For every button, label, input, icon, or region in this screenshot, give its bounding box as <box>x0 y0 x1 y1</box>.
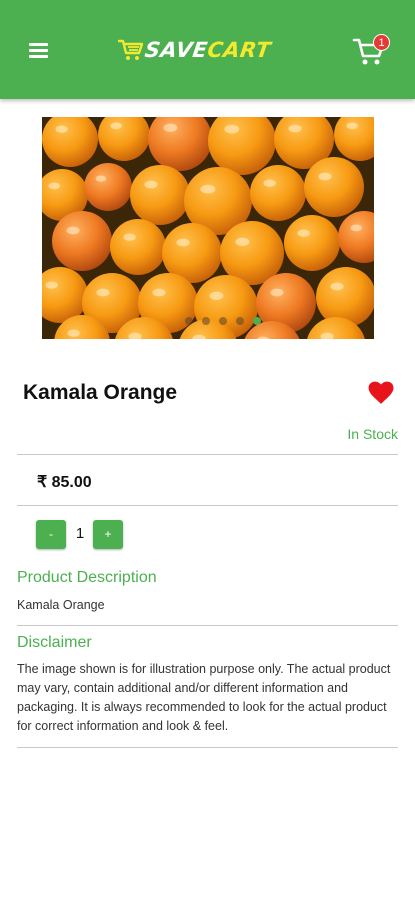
divider <box>17 505 398 506</box>
logo-text-cart: CART <box>205 38 273 62</box>
app-bar: SAVECART 1 <box>0 0 415 99</box>
product-image-carousel[interactable] <box>42 117 374 339</box>
app-logo: SAVECART <box>118 34 273 66</box>
quantity-increase-button[interactable]: + <box>93 520 123 549</box>
cart-count-badge: 1 <box>373 34 390 51</box>
divider <box>17 747 398 748</box>
disclaimer-text: The image shown is for illustration purp… <box>17 662 391 733</box>
stock-status: In Stock <box>347 426 398 442</box>
logo-cart-icon <box>118 39 144 60</box>
heart-icon[interactable] <box>368 381 394 405</box>
carousel-dot[interactable] <box>185 317 193 325</box>
quantity-value: 1 <box>75 525 85 542</box>
menu-icon[interactable] <box>26 40 54 62</box>
product-price: ₹ 85.00 <box>37 474 92 491</box>
carousel-dot[interactable] <box>236 317 244 325</box>
carousel-dot[interactable] <box>253 317 261 325</box>
product-description-heading: Product Description <box>17 569 157 586</box>
divider <box>17 454 398 455</box>
disclaimer-heading: Disclaimer <box>17 634 92 651</box>
carousel-dot[interactable] <box>202 317 210 325</box>
product-image <box>42 117 374 339</box>
logo-text-save: SAVE <box>143 38 210 62</box>
product-description-text: Kamala Orange <box>17 598 105 612</box>
carousel-indicator <box>42 317 374 325</box>
carousel-dot[interactable] <box>219 317 227 325</box>
quantity-decrease-button[interactable]: - <box>36 520 66 549</box>
product-title: Kamala Orange <box>23 381 178 404</box>
divider <box>17 625 398 626</box>
